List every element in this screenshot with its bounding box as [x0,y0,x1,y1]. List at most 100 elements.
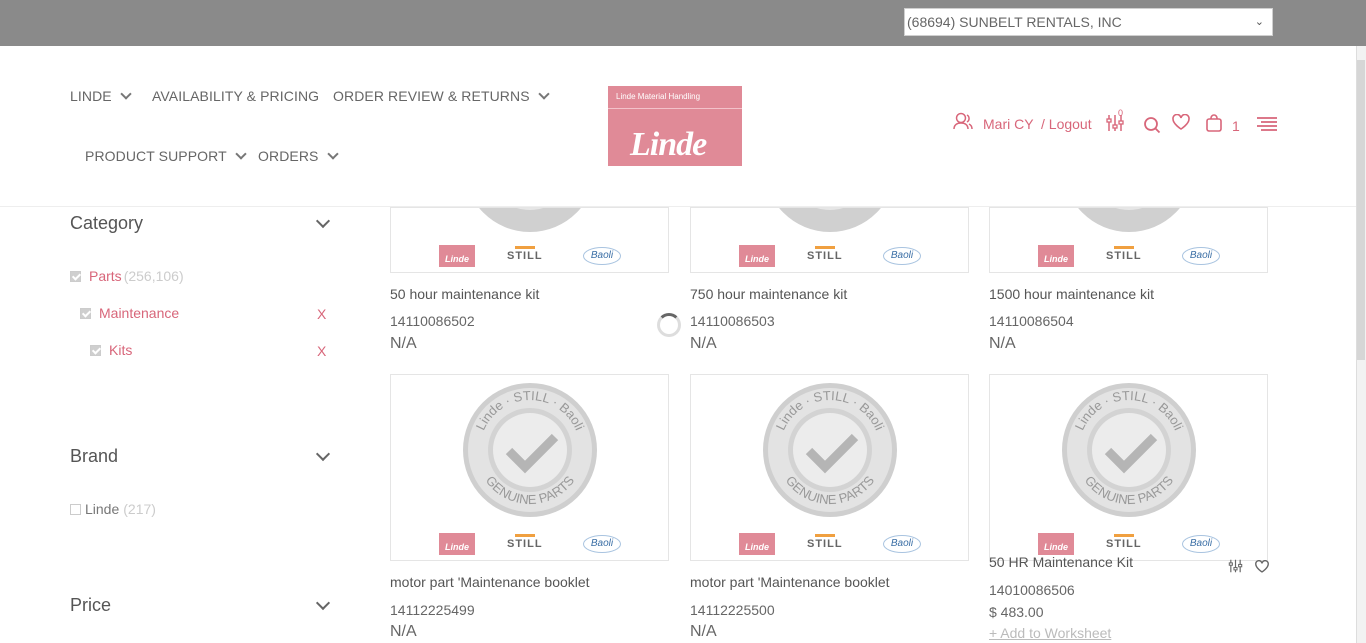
linde-mini-logo: Linde [1038,245,1074,267]
linde-logo[interactable]: Linde Material Handling Linde [608,86,742,166]
compare-count: 0 [1118,108,1124,118]
product-title[interactable]: motor part 'Maintenance booklet [390,574,590,590]
logout-link[interactable]: / Logout [1041,116,1092,132]
nav-product-support-label: PRODUCT SUPPORT [85,148,227,164]
chevron-down-icon [120,88,132,100]
facet-count: (256,106) [123,268,184,284]
facet-label: Parts [89,268,122,284]
nav-orders[interactable]: ORDERS [258,148,339,164]
product-title[interactable]: motor part 'Maintenance booklet [690,574,890,590]
product-image[interactable]: Linde STILL Baoli [989,207,1268,273]
nav-product-support[interactable]: PRODUCT SUPPORT [85,148,247,164]
logo-tagline: Linde Material Handling [616,92,701,101]
nav-order-review[interactable]: ORDER REVIEW & RETURNS [333,88,550,104]
product-image[interactable]: Linde · STILL · Baoli GENUINE PARTS Lind… [390,374,669,561]
add-to-worksheet-link[interactable]: + Add to Worksheet [989,625,1111,641]
user-icon[interactable] [953,112,973,133]
nav-linde-label: LINDE [70,88,112,104]
product-title[interactable]: 750 hour maintenance kit [690,286,847,302]
compare-icon[interactable] [1228,559,1243,578]
logo-divider [608,108,742,109]
facet-count: (217) [123,501,156,517]
nav-linde[interactable]: LINDE [70,88,132,104]
facet-parts[interactable]: Parts (256,106) [70,268,184,284]
checkbox[interactable] [80,307,91,319]
chevron-down-icon [235,148,247,160]
facet-label: Maintenance [99,305,180,321]
product-image[interactable]: Linde · STILL · Baoli GENUINE PARTS Lind… [690,374,969,561]
baoli-mini-logo: Baoli [1182,535,1220,553]
product-price: N/A [989,335,1016,352]
checkbox[interactable] [70,270,81,282]
nav-availability-pricing[interactable]: AVAILABILITY & PRICING [152,88,319,104]
heart-icon[interactable] [1255,559,1269,578]
genuine-parts-seal-icon: Linde · STILL · Baoli GENUINE PARTS [463,383,597,517]
product-image[interactable]: Linde STILL Baoli [690,207,969,273]
baoli-mini-logo: Baoli [883,247,921,265]
facet-maintenance[interactable]: Maintenance [80,305,179,321]
facet-linde[interactable]: Linde (217) [70,501,156,517]
product-title[interactable]: 1500 hour maintenance kit [989,286,1154,302]
nav-availability-label: AVAILABILITY & PRICING [152,88,320,104]
brand-logos: Linde STILL Baoli [739,533,924,557]
still-mini-logo: STILL [1106,534,1142,550]
menu-icon[interactable] [1257,116,1277,135]
scrollbar-thumb[interactable] [1357,60,1365,360]
filter-category-title[interactable]: Category [70,213,143,234]
remove-kits-filter[interactable]: X [317,343,326,359]
account-select-value: (68694) SUNBELT RENTALS, INC [907,14,1122,30]
baoli-mini-logo: Baoli [583,247,621,265]
product-title[interactable]: 50 hour maintenance kit [390,286,539,302]
still-mini-logo: STILL [507,534,543,550]
facet-label: Linde [85,501,120,517]
product-sku: 14112225500 [690,602,775,618]
product-sku: 14110086504 [989,313,1074,329]
loading-spinner-icon [657,313,681,337]
brand-logos: Linde STILL Baoli [439,245,624,269]
chevron-down-icon [326,148,339,160]
product-sku: 14112225499 [390,602,475,618]
chevron-down-icon[interactable] [315,446,331,462]
product-title[interactable]: 50 HR Maintenance Kit [989,554,1133,570]
nav-order-review-label: ORDER REVIEW & RETURNS [333,88,530,104]
facet-label: Kits [109,342,133,358]
still-mini-logo: STILL [807,246,843,262]
chevron-down-icon[interactable] [315,595,331,611]
linde-mini-logo: Linde [439,245,475,267]
checkbox[interactable] [70,503,81,515]
baoli-mini-logo: Baoli [583,535,621,553]
genuine-parts-seal-icon: Linde · STILL · Baoli GENUINE PARTS [763,383,897,517]
product-image[interactable]: Linde STILL Baoli [390,207,669,273]
nav-orders-label: ORDERS [258,148,319,164]
chevron-down-icon: ⌄ [1254,16,1264,28]
remove-maintenance-filter[interactable]: X [317,306,326,322]
account-select[interactable]: (68694) SUNBELT RENTALS, INC ⌄ [904,8,1273,36]
filter-brand-title[interactable]: Brand [70,446,118,467]
linde-mini-logo: Linde [739,533,775,555]
baoli-mini-logo: Baoli [883,535,921,553]
genuine-parts-seal-icon [479,208,581,232]
product-price: N/A [390,335,417,352]
filter-price-title[interactable]: Price [70,595,111,616]
linde-mini-logo: Linde [439,533,475,555]
facet-kits[interactable]: Kits [90,342,132,358]
cart-icon[interactable] [1205,114,1223,135]
cart-count: 1 [1232,118,1240,134]
genuine-parts-seal-icon [1078,208,1180,232]
product-price: N/A [690,335,717,352]
search-icon[interactable] [1143,116,1161,137]
checkbox[interactable] [90,344,101,356]
linde-mini-logo: Linde [1038,533,1074,555]
genuine-parts-seal-icon: Linde · STILL · Baoli GENUINE PARTS [1062,383,1196,517]
heart-icon[interactable] [1172,113,1190,133]
still-mini-logo: STILL [807,534,843,550]
user-name-link[interactable]: Mari CY [983,116,1034,132]
product-sku: 14110086503 [690,313,775,329]
product-image[interactable]: Linde · STILL · Baoli GENUINE PARTS Lind… [989,374,1268,561]
brand-logos: Linde STILL Baoli [739,245,924,269]
product-price: N/A [390,623,417,640]
brand-logos: Linde STILL Baoli [439,533,624,557]
product-price: $ 483.00 [989,604,1044,620]
chevron-down-icon[interactable] [315,213,331,229]
brand-logos: Linde STILL Baoli [1038,245,1223,269]
